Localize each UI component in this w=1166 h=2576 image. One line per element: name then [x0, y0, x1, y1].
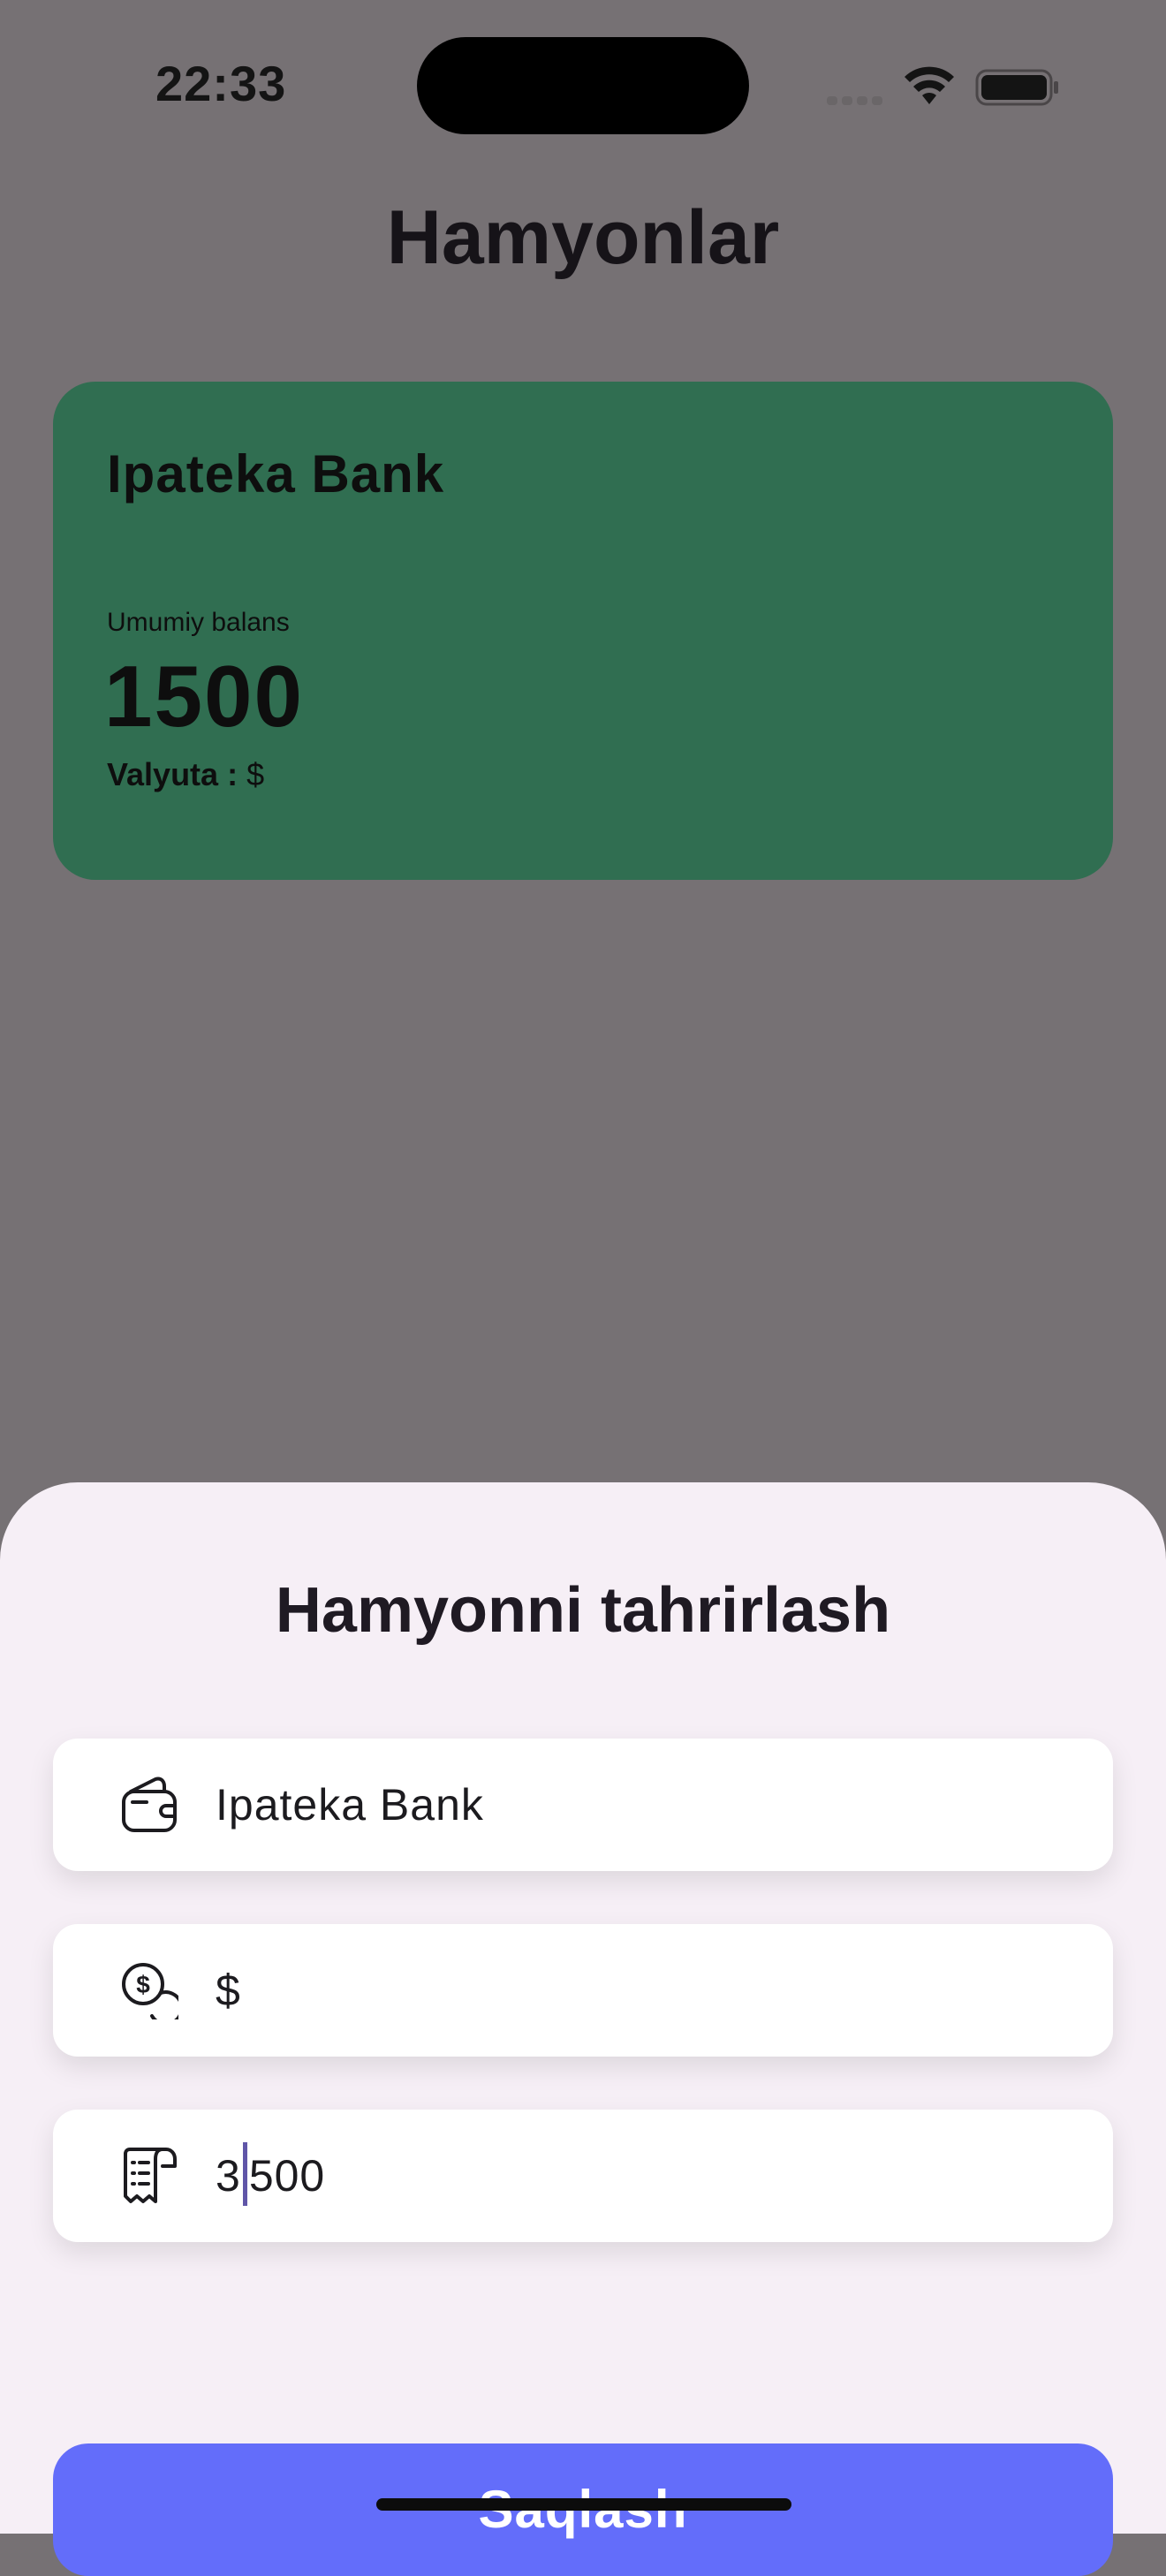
page-title: Hamyonlar	[386, 195, 780, 280]
wallet-card[interactable]: Ipateka Bank Umumiy balans 1500 Valyuta …	[53, 382, 1113, 880]
battery-icon	[975, 69, 1058, 106]
cellular-signal-icon	[827, 94, 887, 110]
receipt-icon	[124, 2148, 177, 2203]
svg-text:$: $	[136, 1971, 150, 1998]
sheet-title: Hamyonni tahrirlash	[275, 1575, 891, 1646]
balance-value: 1500	[104, 648, 305, 745]
wallet-name-input[interactable]: Ipateka Bank	[216, 1779, 484, 1830]
wallet-name-field[interactable]: Ipateka Bank	[53, 1739, 1113, 1871]
wallet-name: Ipateka Bank	[107, 444, 445, 504]
balance-input[interactable]: 3 500	[216, 2141, 326, 2206]
dynamic-island	[417, 37, 749, 134]
balance-input-after-caret: 500	[248, 2151, 326, 2201]
dollar-coins-icon: $	[122, 1963, 178, 2019]
balance-label: Umumiy balans	[107, 608, 290, 637]
balance-field[interactable]: 3 500	[53, 2110, 1113, 2242]
home-indicator	[376, 2498, 791, 2511]
edit-wallet-sheet: Hamyonni tahrirlash Ipateka Bank $ $ 3 50…	[0, 1482, 1166, 2576]
status-bar: 22:33	[0, 0, 1166, 177]
currency-line: Valyuta : $	[107, 756, 264, 793]
text-caret	[242, 2141, 247, 2206]
wifi-icon	[905, 66, 954, 104]
balance-input-before-caret: 3	[216, 2151, 241, 2201]
currency-label: Valyuta :	[107, 756, 238, 792]
wallet-icon	[122, 1777, 177, 1832]
currency-input[interactable]: $	[216, 1965, 241, 2016]
currency-value: $	[246, 756, 265, 792]
status-time: 22:33	[155, 56, 287, 111]
currency-field[interactable]: $ $	[53, 1924, 1113, 2057]
